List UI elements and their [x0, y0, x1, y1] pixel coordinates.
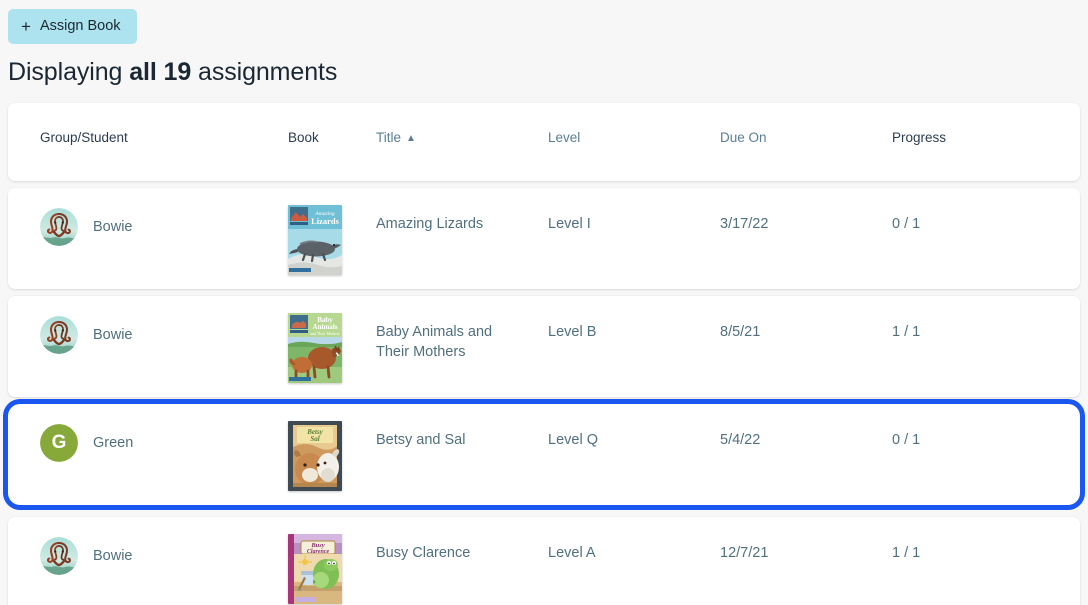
column-header-book: Book	[288, 130, 319, 145]
row-level-cell: Level B	[548, 312, 720, 342]
student-name: Green	[93, 435, 134, 451]
student-name: Bowie	[93, 219, 133, 235]
column-header-level[interactable]: Level	[548, 130, 720, 145]
row-progress-cell: 0 / 1	[892, 420, 1080, 450]
row-book-cell[interactable]: Betsy Sal	[288, 420, 376, 491]
svg-text:Lizards: Lizards	[311, 216, 340, 226]
row-level-cell: Level Q	[548, 420, 720, 450]
row-student-cell: Bowie	[8, 312, 288, 358]
betsy-and-sal-cover[interactable]: Betsy Sal	[288, 421, 342, 491]
assignment-title: Baby Animals and Their Mothers	[376, 324, 493, 360]
busy-clarence-cover[interactable]: Busy Clarence	[288, 534, 342, 604]
assignment-level: Level Q	[548, 432, 598, 448]
svg-text:and Their Mothers: and Their Mothers	[310, 331, 340, 336]
row-title-cell: Amazing Lizards	[376, 204, 548, 234]
row-student-cell: Bowie	[8, 204, 288, 250]
baby-animals-cover[interactable]: Baby Animals and Their Mothers	[288, 313, 342, 383]
assignment-level: Level A	[548, 545, 596, 561]
assignment-progress: 1 / 1	[892, 324, 921, 340]
column-header-progress: Progress	[892, 130, 947, 145]
octopus-avatar	[40, 537, 78, 575]
svg-text:Busy: Busy	[310, 542, 324, 549]
row-title-cell: Busy Clarence	[376, 533, 548, 563]
column-header-due-on[interactable]: Due On	[720, 130, 892, 145]
row-student-cell: Bowie	[8, 533, 288, 579]
column-header-group-student: Group/Student	[40, 130, 128, 145]
table-header: Group/Student Book Title ▲ Level Due On P…	[8, 103, 1080, 181]
table-row-selected[interactable]: G Green Betsy Sal Betsy and Sal Level Q …	[8, 404, 1080, 505]
assignment-due-date: 3/17/22	[720, 216, 769, 232]
plus-icon: +	[21, 16, 31, 36]
group-initial-letter: G	[40, 424, 78, 462]
row-due-cell: 5/4/22	[720, 420, 892, 450]
amazing-lizards-cover[interactable]: Amazing Lizards	[288, 205, 342, 275]
row-book-cell[interactable]: Busy Clarence	[288, 533, 376, 604]
column-header-title-label: Title	[376, 130, 402, 145]
row-progress-cell: 0 / 1	[892, 204, 1080, 234]
student-name: Bowie	[93, 327, 133, 343]
page-title: Displaying all 19 assignments	[0, 44, 1088, 87]
sort-ascending-icon: ▲	[406, 133, 416, 144]
assignment-due-date: 12/7/21	[720, 545, 769, 561]
row-book-cell[interactable]: Baby Animals and Their Mothers	[288, 312, 376, 383]
row-book-cell[interactable]: Amazing Lizards	[288, 204, 376, 275]
assignment-level: Level I	[548, 216, 591, 232]
assignment-progress: 0 / 1	[892, 432, 921, 448]
group-initial-avatar: G	[40, 424, 78, 462]
row-due-cell: 8/5/21	[720, 312, 892, 342]
octopus-avatar	[40, 208, 78, 246]
row-title-cell: Betsy and Sal	[376, 420, 548, 450]
row-title-cell: Baby Animals and Their Mothers	[376, 312, 548, 362]
page-title-count: all 19	[129, 58, 192, 86]
assignment-title: Amazing Lizards	[376, 216, 484, 232]
assign-book-button[interactable]: + Assign Book	[8, 9, 137, 44]
row-level-cell: Level I	[548, 204, 720, 234]
assignment-level: Level B	[548, 324, 597, 340]
row-progress-cell: 1 / 1	[892, 533, 1080, 563]
row-due-cell: 3/17/22	[720, 204, 892, 234]
svg-text:Animals: Animals	[313, 323, 338, 331]
assignment-progress: 0 / 1	[892, 216, 921, 232]
page-title-suffix: assignments	[198, 58, 338, 86]
assignment-title: Betsy and Sal	[376, 432, 466, 448]
assignment-title: Busy Clarence	[376, 545, 471, 561]
assign-book-button-label: Assign Book	[39, 18, 121, 35]
assignments-page: + Assign Book Displaying all 19 assignme…	[0, 0, 1088, 605]
table-row[interactable]: Bowie Amazing Lizards Amazing Lizards Le…	[8, 188, 1080, 289]
assignment-due-date: 8/5/21	[720, 324, 761, 340]
row-progress-cell: 1 / 1	[892, 312, 1080, 342]
table-row[interactable]: Bowie Busy Clarence Busy Clarence Level …	[8, 517, 1080, 605]
assignment-due-date: 5/4/22	[720, 432, 761, 448]
octopus-avatar	[40, 316, 78, 354]
svg-text:Sal: Sal	[310, 435, 319, 443]
row-student-cell: G Green	[8, 420, 288, 466]
row-due-cell: 12/7/21	[720, 533, 892, 563]
student-name: Bowie	[93, 548, 133, 564]
column-header-title[interactable]: Title ▲	[376, 130, 548, 145]
row-level-cell: Level A	[548, 533, 720, 563]
table-row[interactable]: Bowie Baby Animals and Their Mothers Bab…	[8, 296, 1080, 397]
page-toolbar: + Assign Book	[0, 0, 1088, 44]
page-title-prefix: Displaying	[8, 58, 123, 86]
assignments-table: Group/Student Book Title ▲ Level Due On P…	[0, 103, 1088, 605]
assignment-progress: 1 / 1	[892, 545, 921, 561]
